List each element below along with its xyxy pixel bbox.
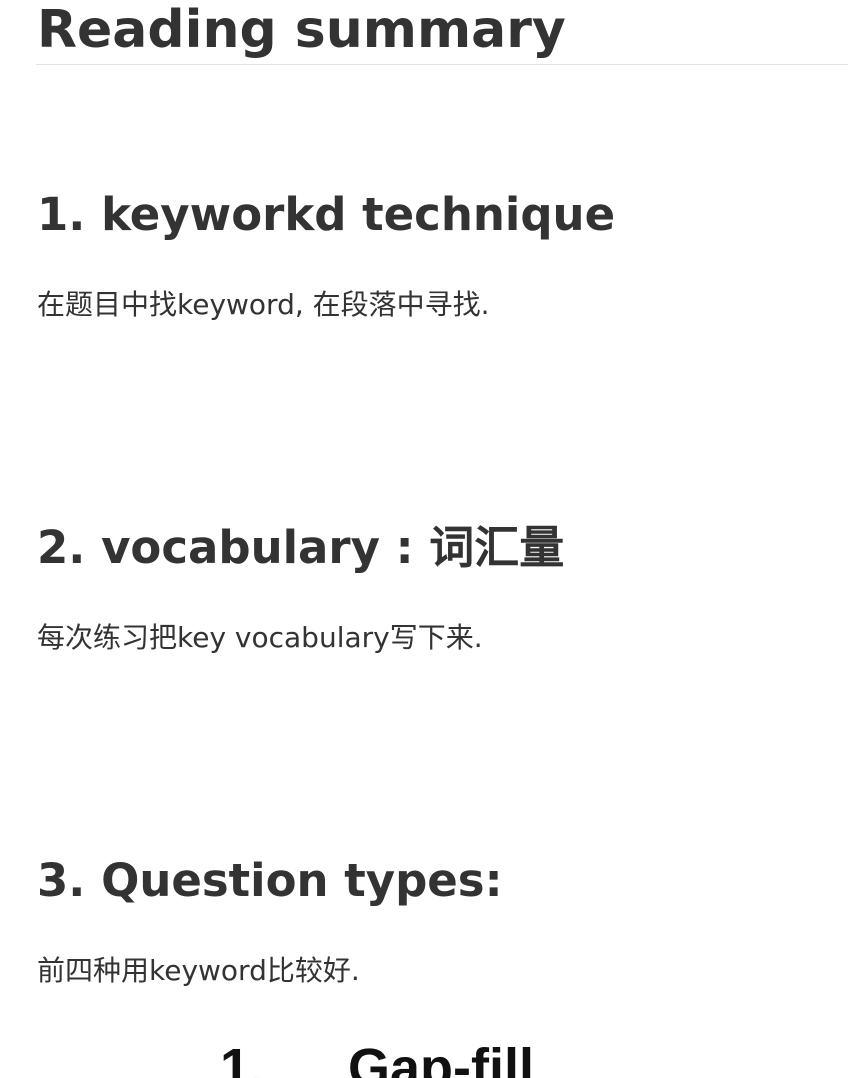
- section-text-question-types: 前四种用keyword比较好.: [37, 954, 360, 987]
- section-text-vocabulary: 每次练习把key vocabulary写下来.: [37, 621, 483, 654]
- section-text-keyword-technique: 在题目中找keyword, 在段落中寻找.: [37, 288, 490, 321]
- section-heading-vocabulary: 2. vocabulary : 词汇量: [37, 521, 565, 574]
- page-title: Reading summary: [37, 0, 566, 60]
- image-item-text: Gap-fill: [348, 1038, 534, 1078]
- question-types-image: 1. Gap-fill: [180, 1030, 700, 1078]
- section-heading-keyword-technique: 1. keyworkd technique: [37, 188, 616, 241]
- image-item-number: 1.: [220, 1038, 266, 1078]
- title-divider: [36, 64, 848, 65]
- section-heading-question-types: 3. Question types:: [37, 854, 503, 907]
